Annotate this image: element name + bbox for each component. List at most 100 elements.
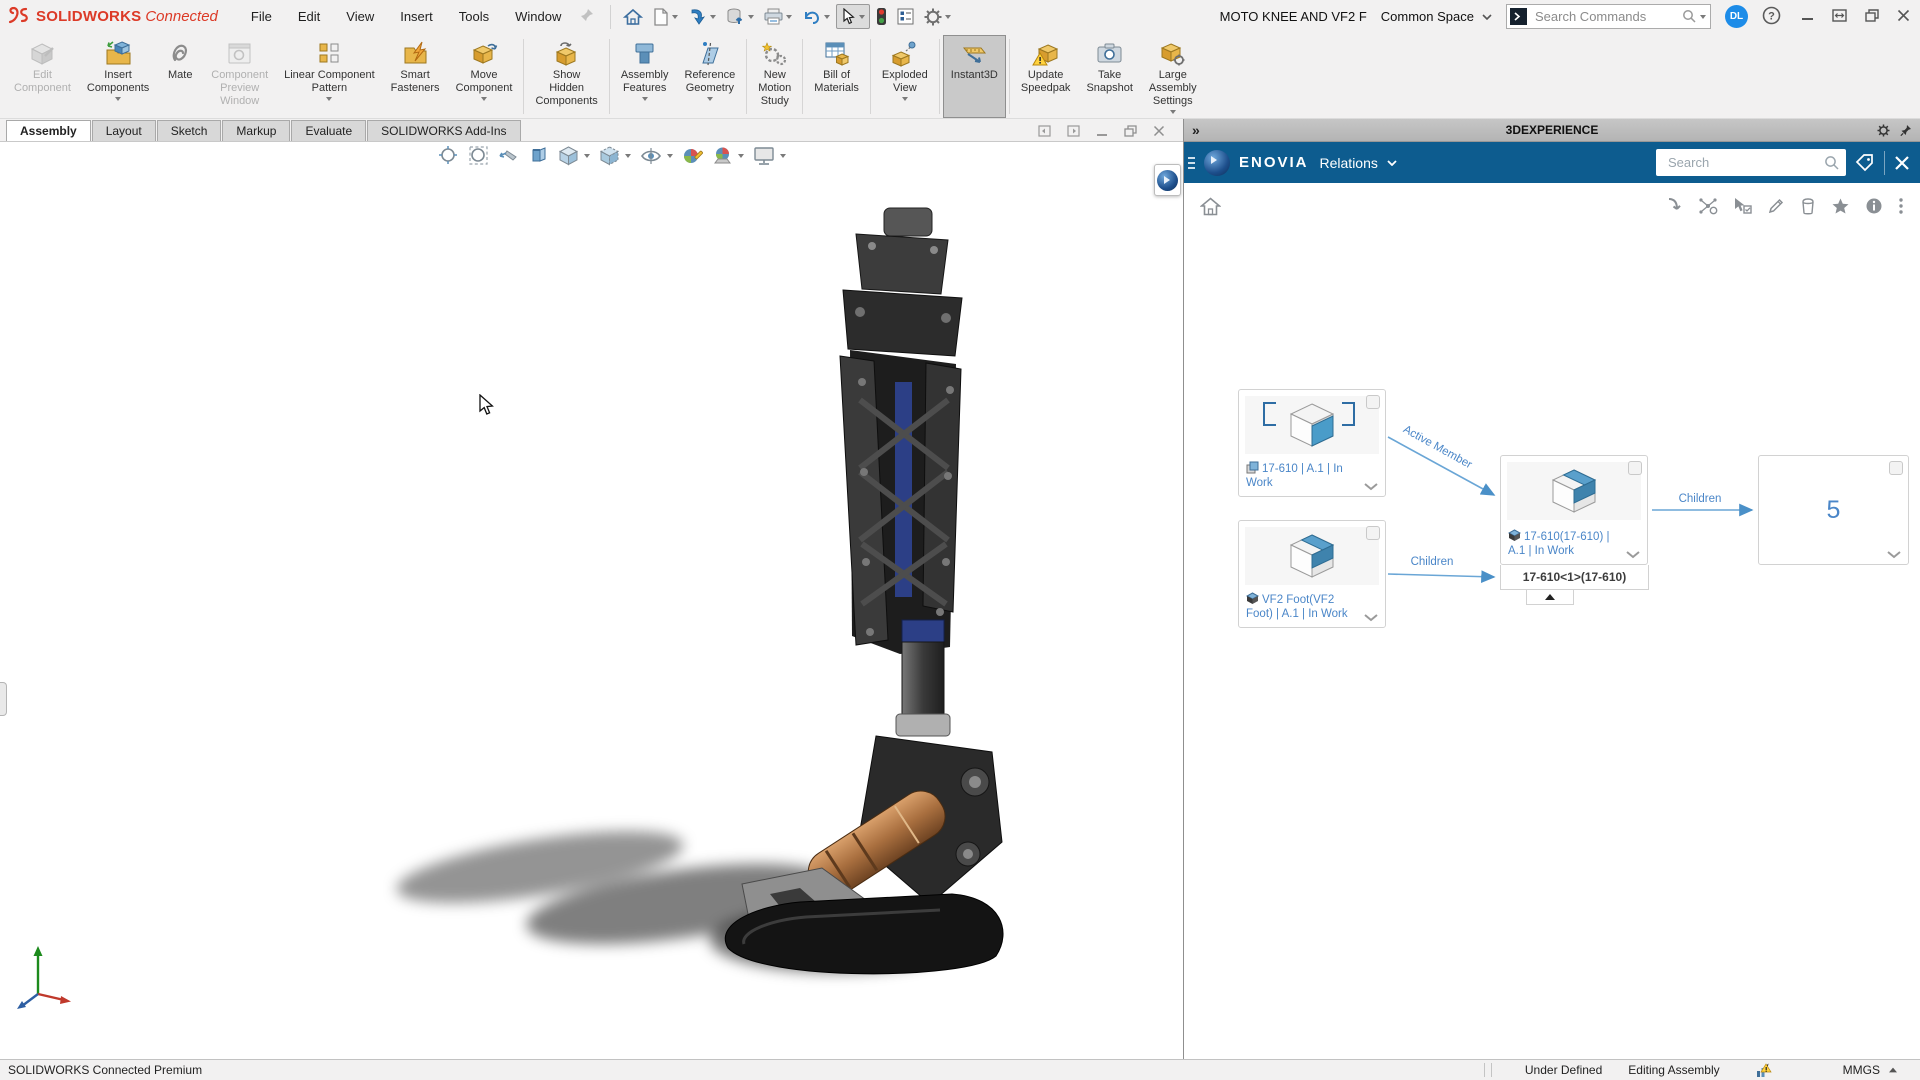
panel-search-box[interactable] bbox=[1656, 149, 1846, 176]
collapse-pane-left-icon[interactable] bbox=[1038, 125, 1051, 137]
assembly-features-button[interactable]: Assembly Features bbox=[613, 35, 677, 118]
search-caret-icon[interactable] bbox=[1700, 14, 1706, 19]
more-options-kebab-icon[interactable] bbox=[1898, 197, 1904, 215]
edit-pencil-icon[interactable] bbox=[1767, 197, 1785, 215]
panel-collapse-icon[interactable]: » bbox=[1192, 122, 1200, 138]
expand-down-icon[interactable] bbox=[1665, 197, 1683, 215]
save-button[interactable] bbox=[684, 4, 720, 29]
help-button[interactable]: ? bbox=[1762, 6, 1781, 28]
performance-warning-icon[interactable] bbox=[1756, 1062, 1773, 1078]
tab-assembly[interactable]: Assembly bbox=[6, 120, 91, 141]
menu-insert[interactable]: Insert bbox=[389, 5, 444, 28]
relations-graph-canvas[interactable]: Active Member Children Children 17-610 |… bbox=[1184, 229, 1920, 1059]
select-items-icon[interactable] bbox=[1733, 197, 1752, 215]
large-assembly-settings-dropdown-icon[interactable] bbox=[1169, 110, 1176, 114]
graphics-viewport[interactable] bbox=[0, 141, 1183, 1059]
status-units[interactable]: MMGS bbox=[1843, 1063, 1880, 1077]
settings-gear-button[interactable] bbox=[920, 5, 955, 29]
update-speedpak-button[interactable]: Update Speedpak bbox=[1013, 35, 1079, 118]
command-search-input[interactable] bbox=[1533, 8, 1682, 25]
impact-analysis-icon[interactable] bbox=[1698, 197, 1718, 215]
linear-component-pattern-button[interactable]: Linear Component Pattern bbox=[276, 35, 383, 118]
node-label[interactable]: 17-610(17-610) | A.1 | In Work bbox=[1507, 529, 1620, 558]
close-button[interactable] bbox=[1897, 9, 1910, 25]
tag-icon[interactable] bbox=[1855, 153, 1875, 173]
units-dropdown-icon[interactable] bbox=[1889, 1067, 1897, 1073]
options-list-button[interactable] bbox=[893, 5, 918, 28]
span-displays-button[interactable] bbox=[1832, 8, 1847, 25]
node-label[interactable]: VF2 Foot(VF2 Foot) | A.1 | In Work bbox=[1245, 592, 1358, 621]
new-motion-study-button[interactable]: New Motion Study bbox=[750, 35, 799, 118]
graph-node-children-count[interactable]: 5 bbox=[1758, 455, 1909, 565]
info-icon[interactable] bbox=[1865, 197, 1883, 215]
node-checkbox[interactable] bbox=[1366, 395, 1380, 409]
undo-button[interactable] bbox=[798, 5, 834, 28]
enovia-compass-icon[interactable] bbox=[1204, 149, 1230, 176]
viewport-edge-flyout-tab[interactable] bbox=[0, 682, 7, 716]
rebuild-button[interactable] bbox=[872, 4, 891, 29]
tab-layout[interactable]: Layout bbox=[91, 120, 156, 141]
node-checkbox[interactable] bbox=[1889, 461, 1903, 475]
move-component-button[interactable]: Move Component bbox=[448, 35, 521, 118]
collapse-branch-button[interactable] bbox=[1526, 590, 1574, 605]
node-label[interactable]: 17-610 | A.1 | In Work bbox=[1246, 461, 1358, 490]
tab-solidworks-add-ins[interactable]: SOLIDWORKS Add-Ins bbox=[367, 120, 521, 141]
exploded-view-dropdown-icon[interactable] bbox=[901, 97, 908, 101]
node-expand-chevron-icon[interactable] bbox=[1886, 550, 1902, 559]
node-checkbox[interactable] bbox=[1366, 526, 1380, 540]
take-snapshot-button[interactable]: Take Snapshot bbox=[1078, 35, 1140, 118]
panel-close-icon[interactable] bbox=[1894, 155, 1910, 171]
3dexperience-compass-button[interactable] bbox=[1154, 164, 1181, 196]
node-expand-chevron-icon[interactable] bbox=[1625, 550, 1641, 559]
tab-sketch[interactable]: Sketch bbox=[156, 120, 222, 141]
reference-geometry-dropdown-icon[interactable] bbox=[706, 97, 713, 101]
doc-minimize-icon[interactable] bbox=[1096, 126, 1108, 137]
node-expand-chevron-icon[interactable] bbox=[1363, 482, 1379, 491]
view-chevron-down-icon[interactable] bbox=[1387, 159, 1397, 166]
print-button[interactable] bbox=[760, 5, 796, 28]
instance-sublabel[interactable]: 17-610<1>(17-610) bbox=[1500, 565, 1649, 590]
home-icon[interactable] bbox=[1200, 196, 1221, 216]
move-component-dropdown-icon[interactable] bbox=[481, 97, 487, 101]
model-prosthetic-leg[interactable] bbox=[0, 142, 1183, 1059]
panel-search-input[interactable] bbox=[1666, 154, 1824, 171]
insert-components-button[interactable]: Insert Components bbox=[79, 35, 157, 118]
reference-geometry-button[interactable]: Reference Geometry bbox=[677, 35, 744, 118]
panel-title-bar[interactable]: » 3DEXPERIENCE bbox=[1184, 119, 1920, 142]
minimize-button[interactable] bbox=[1801, 9, 1814, 25]
home-button[interactable] bbox=[619, 5, 647, 29]
mate-button[interactable]: Mate bbox=[157, 35, 203, 118]
tab-evaluate[interactable]: Evaluate bbox=[291, 120, 367, 141]
large-assembly-settings-button[interactable]: Large Assembly Settings bbox=[1141, 35, 1205, 118]
doc-restore-icon[interactable] bbox=[1124, 125, 1137, 137]
restore-button[interactable] bbox=[1865, 8, 1879, 25]
edge-children-left[interactable] bbox=[1387, 570, 1496, 584]
menu-view[interactable]: View bbox=[335, 5, 385, 28]
insert-components-dropdown-icon[interactable] bbox=[115, 97, 122, 101]
collaborative-space-selector[interactable]: Common Space bbox=[1381, 9, 1492, 24]
menu-edit[interactable]: Edit bbox=[287, 5, 331, 28]
save-to-3dexperience-button[interactable] bbox=[722, 4, 758, 29]
show-hidden-components-button[interactable]: Show Hidden Components bbox=[527, 35, 605, 118]
menu-tools[interactable]: Tools bbox=[448, 5, 500, 28]
pin-menu-icon[interactable] bbox=[580, 8, 594, 25]
panel-grip-handle[interactable] bbox=[1188, 156, 1195, 169]
graph-node-assembly[interactable]: 17-610 | A.1 | In Work bbox=[1238, 389, 1386, 497]
favorite-star-icon[interactable] bbox=[1831, 197, 1850, 215]
bill-of-materials-button[interactable]: Bill of Materials bbox=[806, 35, 867, 118]
tab-markup[interactable]: Markup bbox=[222, 120, 291, 141]
select-tool-button[interactable] bbox=[836, 4, 871, 29]
panel-settings-gear-icon[interactable] bbox=[1877, 124, 1890, 137]
command-search-box[interactable] bbox=[1506, 4, 1711, 29]
graph-node-instance[interactable]: 17-610(17-610) | A.1 | In Work bbox=[1500, 455, 1648, 565]
panel-pin-icon[interactable] bbox=[1900, 124, 1912, 137]
node-checkbox[interactable] bbox=[1628, 461, 1642, 475]
instant3d-button[interactable]: Instant3D bbox=[942, 35, 1006, 118]
smart-fasteners-button[interactable]: Smart Fasteners bbox=[383, 35, 448, 118]
menu-window[interactable]: Window bbox=[504, 5, 572, 28]
graph-node-vf2-foot[interactable]: VF2 Foot(VF2 Foot) | A.1 | In Work bbox=[1238, 520, 1386, 628]
node-expand-chevron-icon[interactable] bbox=[1363, 613, 1379, 622]
menu-file[interactable]: File bbox=[240, 5, 283, 28]
linear-component-pattern-dropdown-icon[interactable] bbox=[326, 97, 333, 101]
assembly-features-dropdown-icon[interactable] bbox=[641, 97, 648, 101]
